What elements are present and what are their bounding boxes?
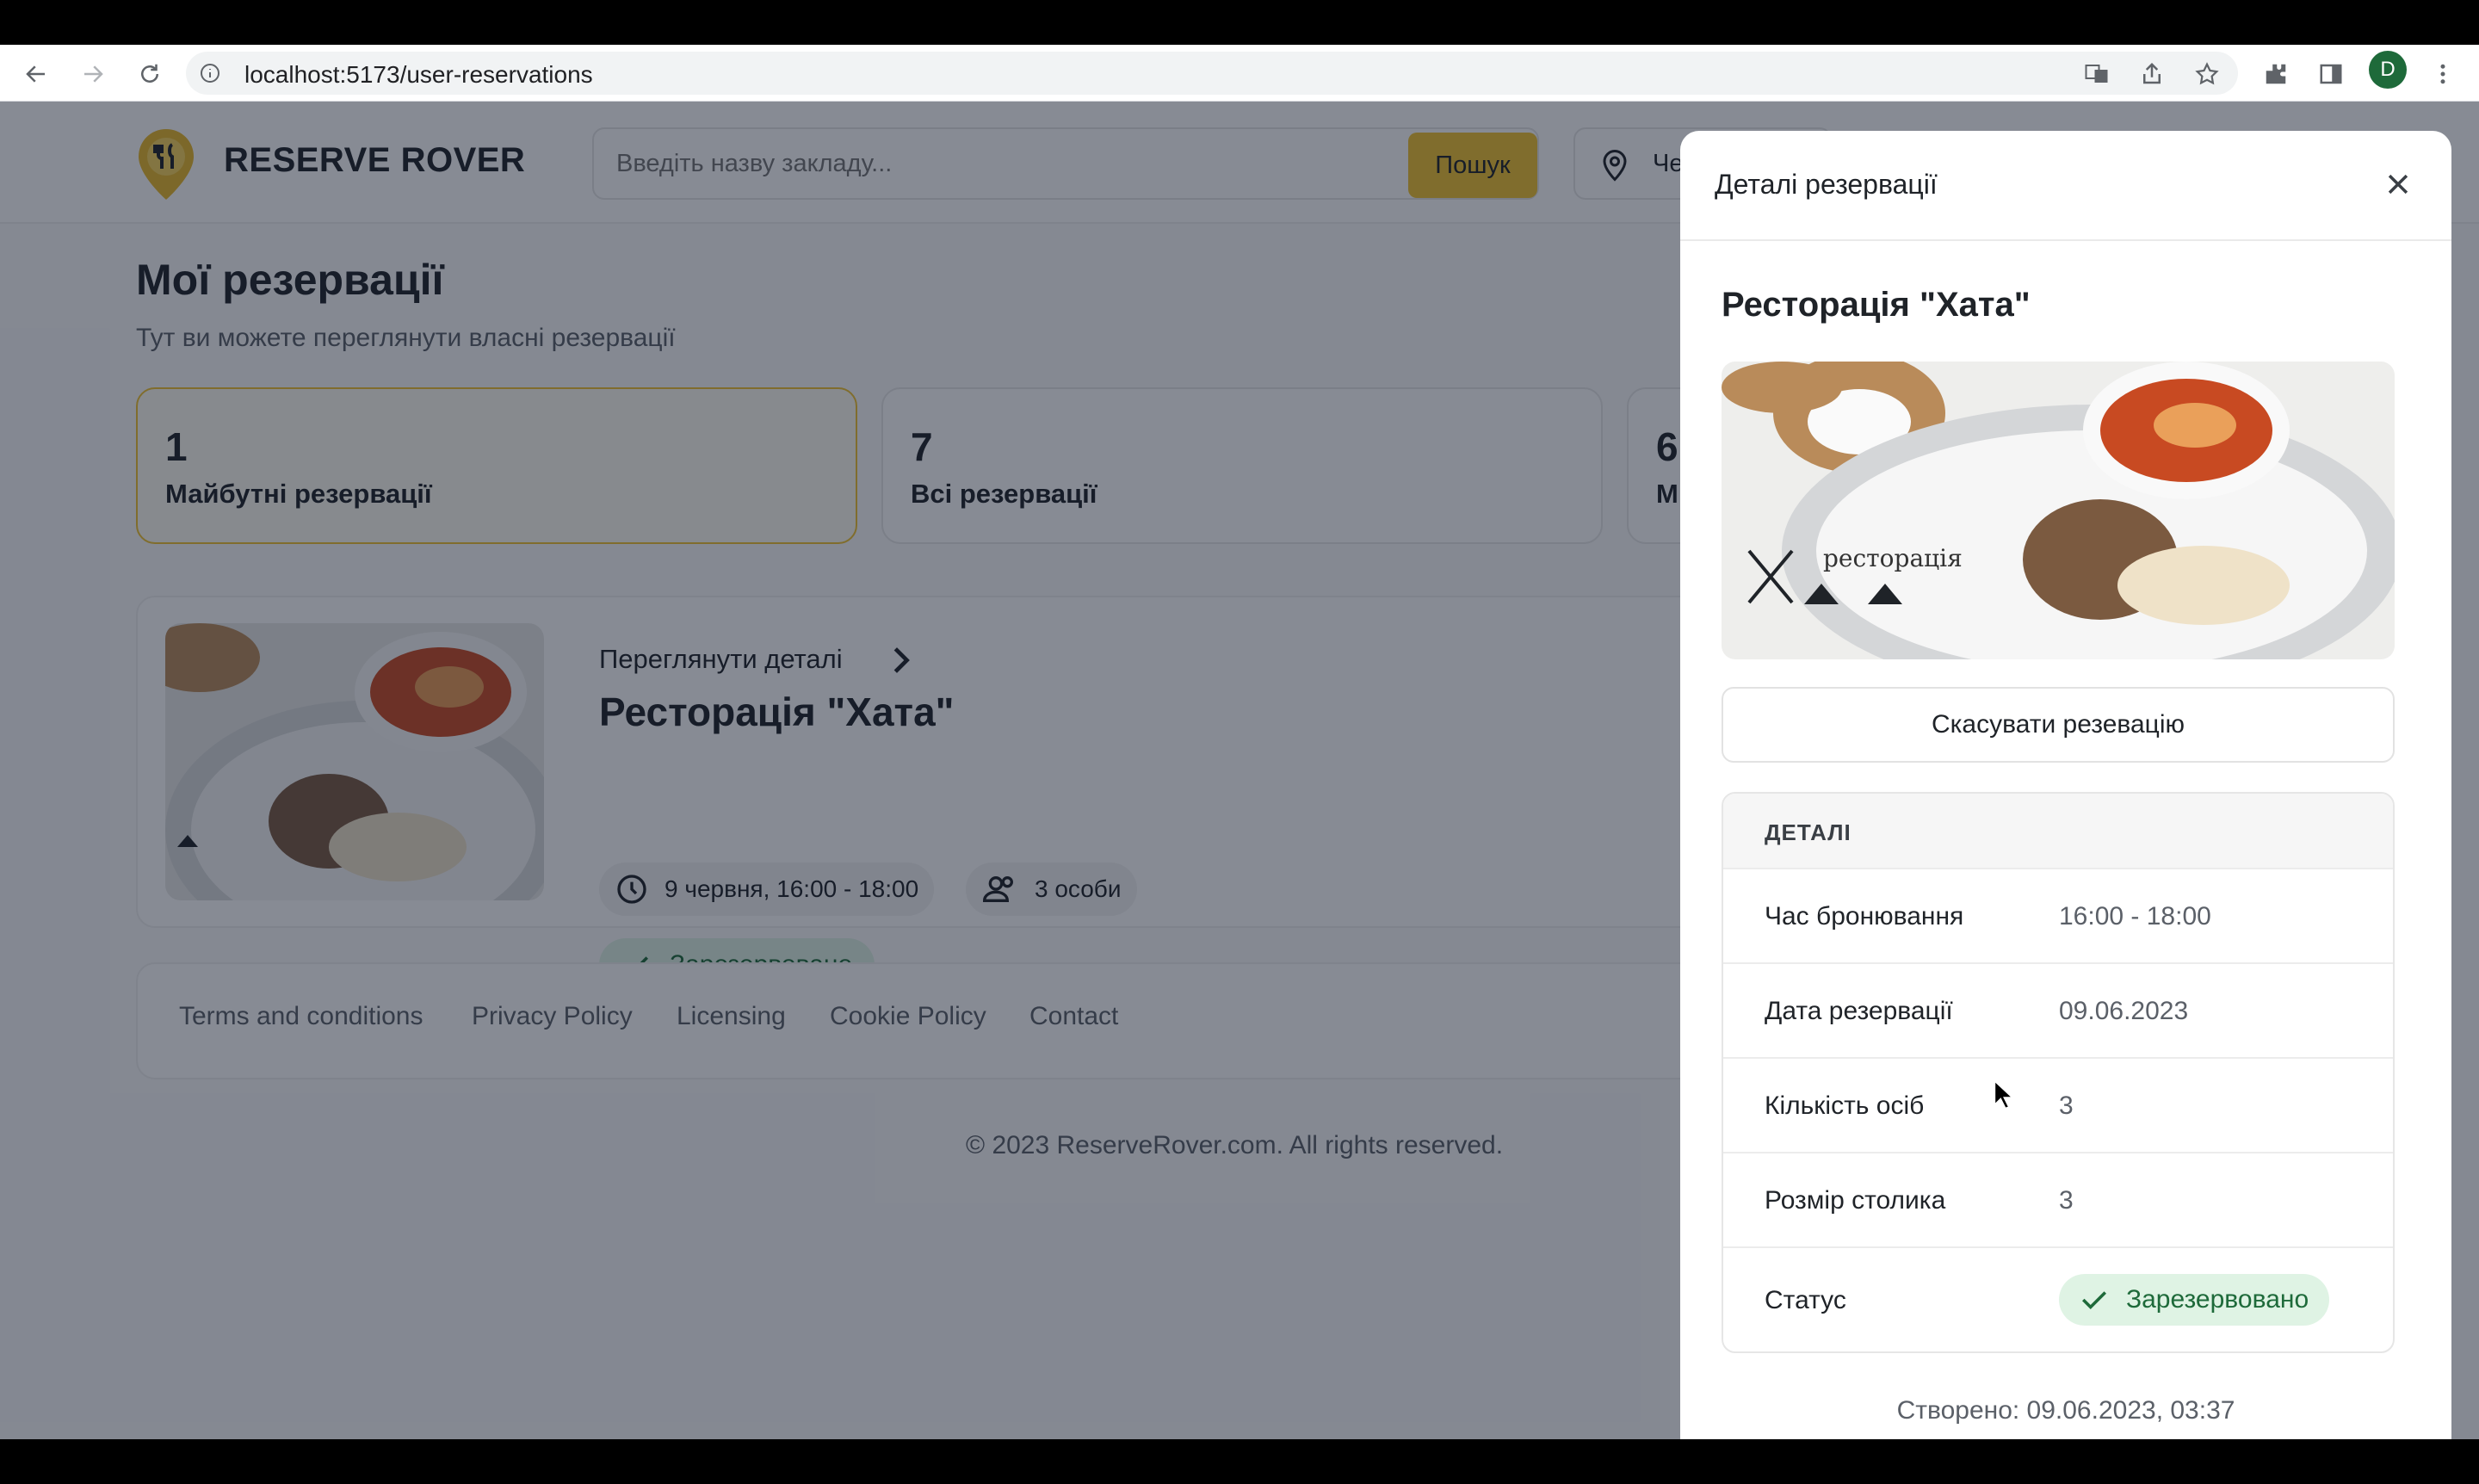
details-header: ДЕТАЛІ [1723,794,2393,868]
screen-top-bar [0,0,2479,45]
drawer-title: Деталі резервації [1715,169,1938,200]
extensions-icon[interactable] [2259,57,2293,91]
mouse-cursor-icon [1994,1079,2015,1113]
side-panel-icon[interactable] [2314,57,2348,91]
reservation-details-drawer: Деталі резервації Ресторація "Хата" рест… [1680,131,2451,1439]
details-header-text: ДЕТАЛІ [1765,819,1852,845]
drawer-header: Деталі резервації [1680,131,2451,241]
profile-avatar[interactable]: D [2369,51,2407,89]
detail-row: Дата резервації 09.06.2023 [1723,962,2393,1057]
reload-icon[interactable] [133,57,167,91]
site-info-icon[interactable] [200,63,220,83]
detail-key: Дата резервації [1765,997,1953,1025]
detail-value: 3 [2059,1186,2074,1215]
status-text: Зарезервовано [2126,1285,2309,1314]
detail-row-status: Статус Зарезервовано [1723,1246,2393,1351]
url-text: localhost:5173/user-reservations [244,61,593,88]
address-bar[interactable]: localhost:5173/user-reservations [186,52,2238,95]
detail-value: 09.06.2023 [2059,997,2189,1025]
browser-menu-icon[interactable] [2426,57,2460,91]
bookmark-star-icon[interactable] [2190,57,2224,91]
detail-row: Час бронювання 16:00 - 18:00 [1723,868,2393,962]
image-logo-text: ресторація [1823,544,1963,572]
cancel-reservation-button[interactable]: Скасувати резевацію [1722,687,2395,763]
created-timestamp: Створено: 09.06.2023, 03:37 [1896,1396,2235,1425]
status-badge: Зарезервовано [2059,1274,2330,1326]
detail-value: 3 [2059,1091,2074,1120]
detail-key: Статус [1765,1286,1846,1314]
page: RESERVE ROVER Пошук Че Мої резервації Ту… [0,102,2479,1439]
detail-key: Кількість осіб [1765,1091,1925,1120]
detail-row: Кількість осіб 3 [1723,1057,2393,1152]
forward-icon[interactable] [76,57,110,91]
restaurant-image: ресторація [1722,362,2395,659]
detail-key: Час бронювання [1765,902,1964,931]
screen-bottom-bar [0,1439,2479,1484]
back-icon[interactable] [19,57,53,91]
browser-toolbar: localhost:5173/user-reservations [0,45,2479,102]
check-icon [2081,1291,2107,1310]
close-icon [2388,174,2408,195]
detail-key: Розмір столика [1765,1186,1946,1215]
details-table: ДЕТАЛІ Час бронювання 16:00 - 18:00 Дата… [1722,792,2395,1353]
share-icon[interactable] [2135,57,2169,91]
close-button[interactable] [2377,164,2419,205]
detail-row: Розмір столика 3 [1723,1152,2393,1246]
restaurant-name: Ресторація "Хата" [1722,286,2031,324]
detail-value: 16:00 - 18:00 [2059,902,2211,931]
translate-icon[interactable] [2080,57,2114,91]
